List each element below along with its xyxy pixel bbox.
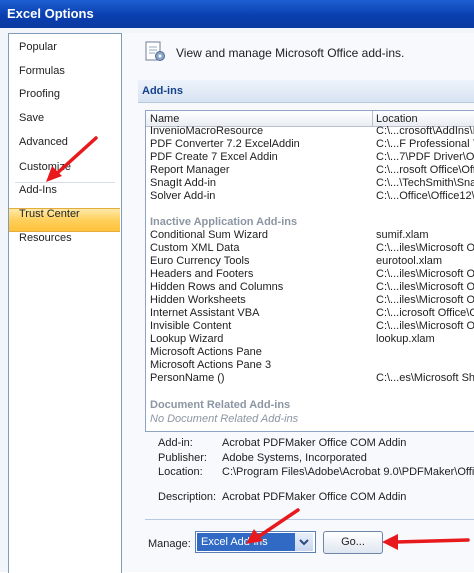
page-heading: View and manage Microsoft Office add-ins… bbox=[176, 46, 405, 60]
red-arrow-annotation-add-ins bbox=[46, 136, 98, 182]
table-row[interactable]: Microsoft Actions Pane bbox=[150, 346, 262, 358]
table-row[interactable]: Hidden Worksheets bbox=[150, 294, 246, 306]
table-row[interactable]: Lookup Wizard bbox=[150, 333, 223, 345]
red-arrow-annotation-go bbox=[382, 534, 470, 550]
detail-value-description: Acrobat PDFMaker Office COM Addin bbox=[222, 491, 407, 503]
nav-item-resources[interactable]: Resources bbox=[19, 232, 72, 244]
table-cell-location: C:\...es\Microsoft Share bbox=[376, 372, 474, 384]
table-row[interactable]: PersonName () bbox=[150, 372, 225, 384]
table-row[interactable]: Solver Add-in bbox=[150, 190, 215, 202]
table-row[interactable]: Hidden Rows and Columns bbox=[150, 281, 283, 293]
window-title: Excel Options bbox=[7, 6, 94, 21]
table-cell-location: C:\...iles\Microsoft Offi bbox=[376, 281, 474, 293]
table-row[interactable]: SnagIt Add-in bbox=[150, 177, 216, 189]
table-row[interactable]: PDF Converter 7.2 ExcelAddin bbox=[150, 138, 300, 150]
detail-label-publisher: Publisher: bbox=[158, 452, 207, 464]
section-header-bar bbox=[138, 80, 474, 103]
table-cell-location: C:\...iles\Microsoft Offi bbox=[376, 268, 474, 280]
options-nav: Popular Formulas Proofing Save Advanced … bbox=[8, 33, 122, 573]
addins-table[interactable]: Name Location InvenioMacroResource C:\..… bbox=[145, 110, 474, 432]
nav-item-formulas[interactable]: Formulas bbox=[19, 65, 65, 77]
table-row[interactable]: Conditional Sum Wizard bbox=[150, 229, 268, 241]
column-divider[interactable] bbox=[372, 111, 373, 126]
table-cell-location: C:\...crosoft\AddIns\Inve bbox=[376, 125, 474, 137]
section-title: Add-ins bbox=[142, 85, 183, 97]
table-row[interactable]: Microsoft Actions Pane 3 bbox=[150, 359, 271, 371]
table-row[interactable]: Internet Assistant VBA bbox=[150, 307, 259, 319]
nav-item-save[interactable]: Save bbox=[19, 112, 44, 124]
table-cell-location: C:\...iles\Microsoft Offi bbox=[376, 320, 474, 332]
detail-label-location: Location: bbox=[158, 466, 203, 478]
table-row[interactable]: Invisible Content bbox=[150, 320, 231, 332]
column-header-name[interactable]: Name bbox=[150, 113, 179, 125]
detail-value-addin: Acrobat PDFMaker Office COM Addin bbox=[222, 437, 407, 449]
table-cell-location: C:\...7\PDF Driver\Off bbox=[376, 151, 474, 163]
table-row[interactable]: PDF Create 7 Excel Addin bbox=[150, 151, 278, 163]
footer-divider bbox=[145, 519, 474, 520]
table-cell-location: C:\...F Professional 7\Ex bbox=[376, 138, 474, 150]
table-cell-location: lookup.xlam bbox=[376, 333, 435, 345]
group-header-document: Document Related Add-ins bbox=[150, 399, 291, 411]
addins-settings-icon bbox=[145, 41, 165, 61]
detail-label-description: Description: bbox=[158, 491, 217, 503]
table-cell-location: eurotool.xlam bbox=[376, 255, 443, 267]
red-arrow-annotation-manage bbox=[246, 508, 300, 544]
manage-label: Manage: bbox=[148, 538, 191, 550]
detail-value-publisher: Adobe Systems, Incorporated bbox=[222, 452, 367, 464]
nav-item-popular[interactable]: Popular bbox=[19, 41, 57, 53]
title-bar[interactable]: Excel Options bbox=[0, 0, 474, 28]
table-row[interactable]: InvenioMacroResource bbox=[150, 125, 263, 137]
go-button[interactable]: Go... bbox=[323, 531, 383, 554]
table-cell-location: C:\...iles\Microsoft Offi bbox=[376, 294, 474, 306]
column-header-location[interactable]: Location bbox=[376, 113, 418, 125]
table-row[interactable]: Report Manager bbox=[150, 164, 230, 176]
table-row[interactable]: Headers and Footers bbox=[150, 268, 253, 280]
table-row[interactable]: Euro Currency Tools bbox=[150, 255, 249, 267]
table-cell-location: C:\...iles\Microsoft Offi bbox=[376, 242, 474, 254]
nav-item-proofing[interactable]: Proofing bbox=[19, 88, 60, 100]
table-cell-location: C:\...icrosoft Office\Offi bbox=[376, 307, 474, 319]
detail-label-addin: Add-in: bbox=[158, 437, 193, 449]
table-row[interactable]: Custom XML Data bbox=[150, 242, 239, 254]
table-cell-location: C:\...\TechSmith\SnagIt bbox=[376, 177, 474, 189]
table-cell-location: C:\...rosoft Office\Offic bbox=[376, 164, 474, 176]
detail-value-location: C:\Program Files\Adobe\Acrobat 9.0\PDFMa… bbox=[222, 466, 474, 478]
table-cell-location: C:\...Office\Office12\Li bbox=[376, 190, 474, 202]
empty-group-note: No Document Related Add-ins bbox=[150, 413, 299, 425]
table-cell-location: sumif.xlam bbox=[376, 229, 429, 241]
group-header-inactive: Inactive Application Add-ins bbox=[150, 216, 298, 228]
nav-item-trust-center[interactable]: Trust Center bbox=[19, 208, 80, 220]
